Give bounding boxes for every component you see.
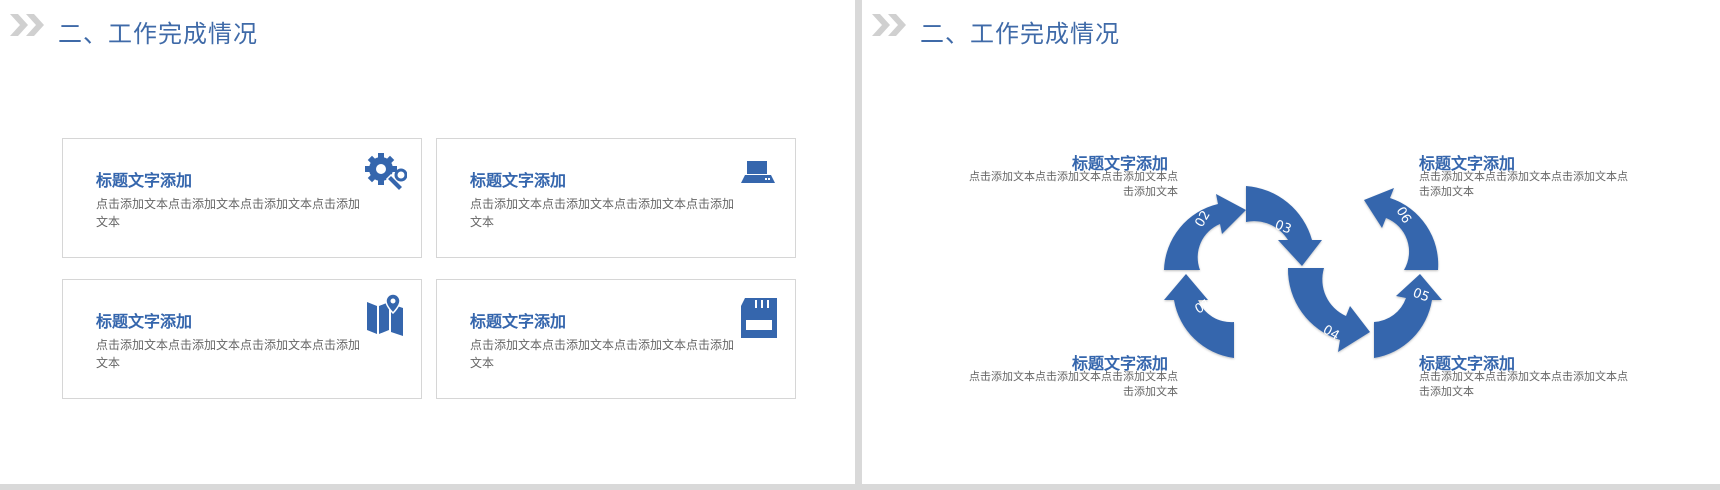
- caption-body-bottom-right: 点击添加文本点击添加文本点击添加文本点击添加文本: [1419, 370, 1628, 398]
- page-title: 二、工作完成情况: [920, 20, 1120, 48]
- laptop-icon: [741, 161, 775, 183]
- card-body: 点击添加文本点击添加文本点击添加文本点击添加文本: [470, 197, 735, 229]
- card-1: 标题文字添加 点击添加文本点击添加文本点击添加文本点击添加文本: [62, 138, 422, 258]
- gear-wrench-icon: [365, 153, 407, 193]
- card-2: 标题文字添加 点击添加文本点击添加文本点击添加文本点击添加文本: [436, 138, 796, 258]
- cycle-arrow-02: [1164, 194, 1246, 270]
- card-body: 点击添加文本点击添加文本点击添加文本点击添加文本: [470, 338, 735, 370]
- map-pin-icon: [367, 294, 403, 336]
- chevrons-icon: [872, 14, 906, 36]
- card-body: 点击添加文本点击添加文本点击添加文本点击添加文本: [96, 338, 361, 370]
- infinity-cycle-diagram: 01 02 03 04 05 06: [1164, 186, 1442, 358]
- caption-body-bottom-left: 点击添加文本点击添加文本点击添加文本点击添加文本: [969, 370, 1178, 398]
- slide-left: 二、工作完成情况 标题文字添加 点击添加文本点击添加文本点击添加文本点击添加文本…: [0, 0, 855, 484]
- page-title: 二、工作完成情况: [58, 20, 258, 48]
- chevrons-icon: [10, 14, 44, 36]
- sd-card-icon: [741, 298, 777, 338]
- card-title: 标题文字添加: [470, 312, 567, 331]
- card-title: 标题文字添加: [96, 312, 193, 331]
- card-body: 点击添加文本点击添加文本点击添加文本点击添加文本: [96, 197, 361, 229]
- cycle-arrow-06: [1364, 188, 1439, 270]
- cycle-arrow-05: [1374, 274, 1442, 358]
- card-title: 标题文字添加: [96, 171, 193, 190]
- card-title: 标题文字添加: [470, 171, 567, 190]
- card-4: 标题文字添加 点击添加文本点击添加文本点击添加文本点击添加文本: [436, 279, 796, 399]
- card-3: 标题文字添加 点击添加文本点击添加文本点击添加文本点击添加文本: [62, 279, 422, 399]
- slide-right: 二、工作完成情况 标题文字添加 点击添加文本点击添加文本点击添加文本点击添加文本…: [862, 0, 1720, 484]
